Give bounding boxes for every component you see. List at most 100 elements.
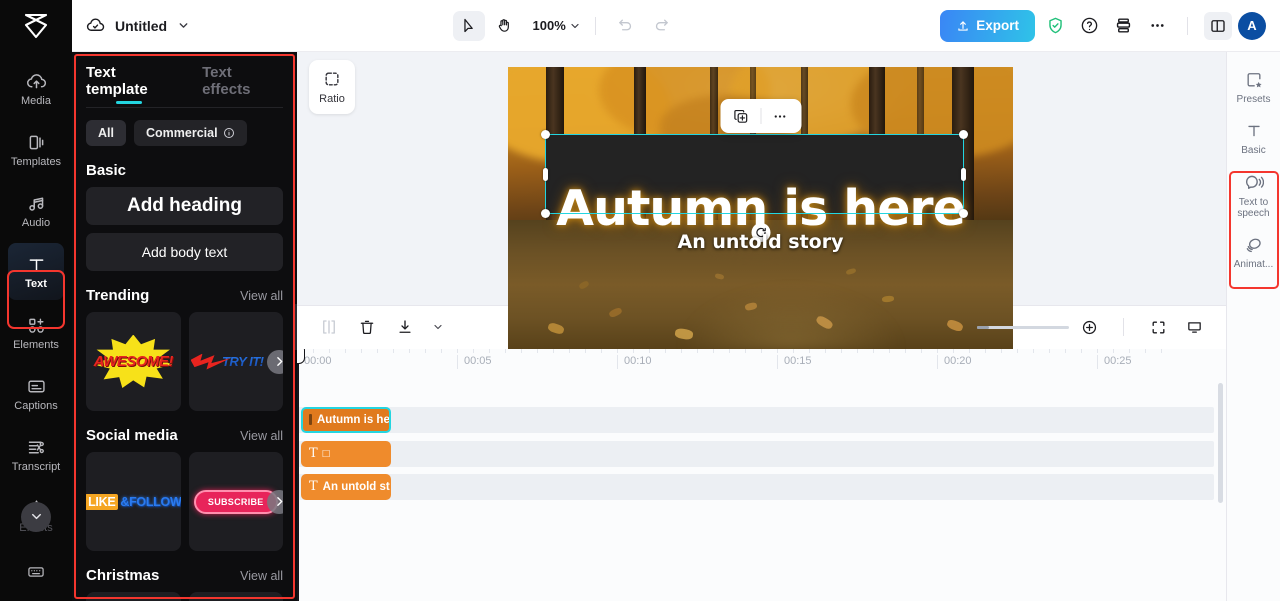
template-thumb-label: AWESOME! bbox=[93, 353, 174, 370]
zoom-in-icon[interactable] bbox=[1077, 315, 1101, 339]
right-rail-item-presets[interactable]: Presets bbox=[1230, 62, 1278, 113]
keyboard-shortcuts-button[interactable] bbox=[16, 557, 56, 587]
track-row[interactable]: T An untold st bbox=[297, 473, 1214, 500]
undo-button[interactable] bbox=[610, 11, 642, 41]
sidebar-item-text[interactable]: Text bbox=[8, 243, 64, 300]
cloud-check-icon[interactable] bbox=[86, 16, 105, 35]
section-title: Basic bbox=[86, 162, 127, 179]
print-stack-icon[interactable] bbox=[1109, 12, 1137, 40]
collapse-panel-button[interactable] bbox=[295, 303, 297, 350]
selection-bounding-box[interactable] bbox=[540, 130, 968, 218]
select-tool[interactable] bbox=[452, 10, 485, 41]
shield-check-icon[interactable] bbox=[1041, 12, 1069, 40]
template-thumb-christmas-2[interactable] bbox=[188, 592, 283, 601]
clip-grip-left[interactable] bbox=[309, 414, 312, 425]
zoom-level-value: 100% bbox=[532, 18, 566, 33]
clip-label: An untold st bbox=[322, 480, 390, 493]
video-stage[interactable]: Ratio Autumn is here An untold story bbox=[297, 52, 1226, 350]
keyboard-icon bbox=[28, 567, 44, 577]
resize-handle-bottom-left[interactable] bbox=[540, 208, 550, 218]
template-thumb-christmas-1[interactable] bbox=[86, 592, 181, 601]
track-row[interactable]: Autumn is here bbox=[297, 406, 1214, 433]
sidebar-item-transcript[interactable]: Transcript bbox=[8, 426, 64, 483]
speech-bubble-sound-icon bbox=[1245, 175, 1264, 189]
export-button[interactable]: Export bbox=[940, 9, 1035, 42]
redo-button[interactable] bbox=[646, 11, 678, 41]
duplicate-icon[interactable] bbox=[728, 103, 754, 129]
sidebar-item-media[interactable]: Media bbox=[8, 60, 64, 117]
right-rail-item-text-to-speech[interactable]: Text to speech bbox=[1230, 164, 1278, 227]
delete-trash-icon[interactable] bbox=[355, 315, 379, 339]
sidebar-item-elements[interactable]: Elements bbox=[8, 304, 64, 361]
filter-chip-commercial[interactable]: Commercial bbox=[133, 120, 247, 146]
ruler-label: 00:10 bbox=[617, 354, 652, 369]
text-t-icon bbox=[1247, 125, 1260, 137]
view-all-social-media[interactable]: View all bbox=[240, 429, 283, 443]
divider bbox=[1187, 16, 1188, 35]
selection-float-toolbar[interactable] bbox=[720, 99, 801, 133]
timeline-ruler[interactable]: 00:00 00:05 00:10 00:15 00:20 00:25 bbox=[297, 348, 1226, 375]
download-icon[interactable] bbox=[393, 315, 417, 339]
add-body-text-button[interactable]: Add body text bbox=[86, 233, 283, 271]
view-all-christmas[interactable]: View all bbox=[240, 569, 283, 583]
avatar[interactable]: A bbox=[1238, 11, 1266, 40]
resize-handle-middle-right[interactable] bbox=[961, 167, 966, 181]
layout-panel-icon[interactable] bbox=[1204, 11, 1232, 40]
trending-thumbnails: AWESOME! TRY IT! TRY IT! bbox=[86, 312, 283, 411]
template-thumb-subscribe[interactable]: SUBSCRIBE bbox=[188, 452, 283, 551]
zoom-level-control[interactable]: 100% bbox=[533, 18, 581, 33]
more-options-icon[interactable] bbox=[1143, 12, 1171, 40]
awesome-art: AWESOME! bbox=[89, 332, 177, 392]
filter-chip-all[interactable]: All bbox=[86, 120, 126, 146]
split-clip-icon[interactable] bbox=[317, 315, 341, 339]
sidebar-item-effects[interactable]: Effects bbox=[8, 487, 64, 544]
playhead-handle[interactable] bbox=[297, 348, 305, 364]
chevron-right-icon[interactable] bbox=[267, 349, 283, 374]
expand-more-button[interactable] bbox=[21, 501, 51, 532]
timeline-vertical-scrollbar[interactable] bbox=[1218, 382, 1223, 503]
cloud-upload-icon bbox=[26, 73, 46, 88]
download-options-chevron-down-icon[interactable] bbox=[431, 315, 445, 339]
template-thumb-like-follow[interactable]: LIKE &FOLLOW bbox=[86, 452, 181, 551]
hand-tool[interactable] bbox=[489, 11, 521, 41]
chevron-down-icon bbox=[571, 23, 579, 28]
more-options-icon[interactable] bbox=[767, 103, 793, 129]
tab-text-template[interactable]: Text template bbox=[86, 64, 180, 106]
canvas-subtitle-text[interactable]: An untold story bbox=[508, 231, 1013, 253]
app-logo[interactable] bbox=[0, 0, 72, 52]
timeline-clip-title[interactable]: Autumn is here bbox=[301, 406, 391, 433]
zoom-slider-track[interactable] bbox=[977, 325, 1069, 329]
view-all-trending[interactable]: View all bbox=[240, 289, 283, 303]
chevron-down-icon[interactable] bbox=[177, 19, 190, 32]
sidebar-item-templates[interactable]: Templates bbox=[8, 121, 64, 178]
timeline[interactable]: 00:00 00:05 00:10 00:15 00:20 00:25 Autu… bbox=[297, 348, 1226, 601]
sidebar-item-audio[interactable]: Audio bbox=[8, 182, 64, 239]
fullscreen-icon[interactable] bbox=[1146, 315, 1170, 339]
ratio-button[interactable]: Ratio bbox=[309, 60, 355, 114]
tab-text-effects[interactable]: Text effects bbox=[202, 64, 283, 106]
panel-content[interactable]: All Commercial Basic Add heading Add bod… bbox=[72, 108, 297, 601]
timeline-clip-subtitle[interactable]: T An untold st bbox=[301, 473, 391, 500]
sidebar-item-captions[interactable]: Captions bbox=[8, 365, 64, 422]
template-thumb-awesome[interactable]: AWESOME! bbox=[86, 312, 181, 411]
help-question-icon[interactable] bbox=[1075, 12, 1103, 40]
chevron-down-icon bbox=[31, 514, 41, 520]
text-t-icon: T bbox=[309, 479, 318, 494]
right-rail-item-basic[interactable]: Basic bbox=[1230, 113, 1278, 164]
video-canvas[interactable]: Autumn is here An untold story bbox=[508, 67, 1013, 350]
filter-chip-label: All bbox=[98, 126, 114, 140]
template-thumb-tryit[interactable]: TRY IT! TRY IT! bbox=[188, 312, 283, 411]
add-heading-button[interactable]: Add heading bbox=[86, 187, 283, 225]
display-monitor-icon[interactable] bbox=[1182, 315, 1206, 339]
like-word: LIKE bbox=[86, 493, 119, 510]
timeline-playhead[interactable] bbox=[297, 348, 305, 601]
project-title[interactable]: Untitled bbox=[115, 18, 167, 34]
timeline-clip-blank-text[interactable]: T □ bbox=[301, 440, 391, 467]
video-preview-wrapper[interactable]: Autumn is here An untold story bbox=[508, 67, 1013, 350]
resize-handle-middle-left[interactable] bbox=[542, 167, 548, 181]
resize-handle-bottom-right[interactable] bbox=[959, 208, 968, 218]
sidebar-item-label: Text bbox=[25, 277, 47, 290]
right-rail-item-animation[interactable]: Animat... bbox=[1230, 227, 1278, 278]
track-row[interactable]: T □ bbox=[297, 440, 1214, 467]
resize-handle-top-left[interactable] bbox=[540, 130, 550, 140]
